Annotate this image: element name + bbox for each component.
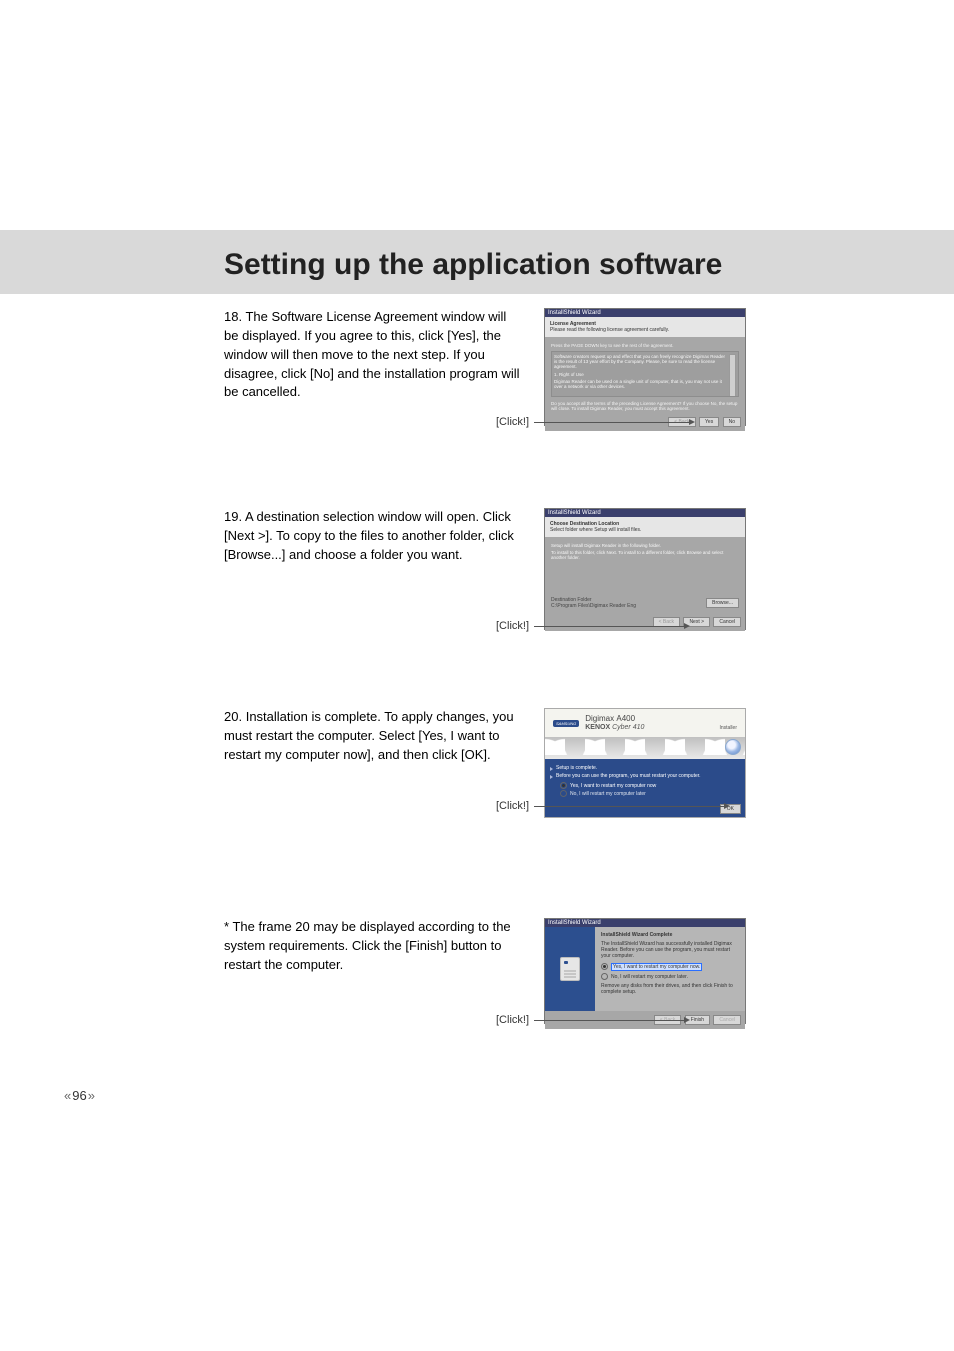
samsung-logo: SAMSUNG (553, 720, 579, 727)
remove-disks-text: Remove any disks from their drives, and … (601, 983, 739, 995)
setup-complete-text: Setup is complete. (556, 765, 597, 771)
click-annotation: [Click!] (496, 800, 529, 812)
installer-complete-card: SAMSUNG Digimax A400 KENOX Cyber 410 Ins… (544, 708, 746, 818)
message-area: Setup is complete. Before you can use th… (545, 759, 745, 801)
computer-icon (560, 957, 580, 981)
cancel-button: Cancel (713, 1015, 741, 1025)
dialog-titlebar: InstallShield Wizard (545, 919, 745, 927)
license-text-1: Software creators request up and effect … (554, 354, 736, 369)
install-text-1: Setup will install Digimax Reader in the… (551, 543, 739, 548)
cancel-button[interactable]: Cancel (713, 617, 741, 627)
radio-yes[interactable] (560, 782, 567, 789)
dialog-header: Choose Destination Location Select folde… (545, 517, 745, 537)
restart-now-option: Yes, I want to restart my computer now. (611, 963, 702, 971)
annotation-line (534, 1020, 684, 1021)
restart-now-option: Yes, I want to restart my computer now (570, 783, 656, 789)
annotation-line (534, 806, 724, 807)
step-text: 20. Installation is complete. To apply c… (224, 708, 524, 765)
scrollbar[interactable] (729, 354, 736, 397)
step-figure: InstallShield Wizard Choose Destination … (544, 508, 746, 630)
yes-button[interactable]: Yes (699, 417, 719, 427)
dialog-header-sub: Please read the following license agreem… (550, 327, 669, 333)
page-title: Setting up the application software (224, 248, 722, 282)
destination-path: C:\Program Files\Digimax Reader Eng (551, 603, 704, 609)
brand-a400: A400 (616, 714, 635, 723)
step-note: * The frame 20 may be displayed accordin… (224, 918, 906, 1038)
dialog-body: Setup will install Digimax Reader in the… (545, 537, 745, 613)
step-18: 18. The Software License Agreement windo… (224, 308, 906, 438)
content-area: 18. The Software License Agreement windo… (0, 294, 954, 1038)
radio-no[interactable] (601, 973, 608, 980)
complete-heading: InstallShield Wizard Complete (601, 932, 672, 938)
brand-bar: SAMSUNG Digimax A400 KENOX Cyber 410 Ins… (545, 709, 745, 737)
wizard-complete-dialog: InstallShield Wizard InstallShield Wizar… (544, 918, 746, 1024)
page-number: 96 (64, 1088, 954, 1103)
annotation-arrow-icon (724, 803, 730, 809)
dialog-footer: < Back Next > Cancel (545, 613, 745, 631)
dialog-titlebar: InstallShield Wizard (545, 509, 745, 517)
brand-digimax: Digimax (585, 714, 614, 723)
step-body: The Software License Agreement window wi… (224, 309, 520, 399)
restart-later-option: No, I will restart my computer later (570, 791, 646, 797)
browse-button[interactable]: Browse... (706, 598, 739, 608)
install-text-2: To install to this folder, click Next. T… (551, 550, 739, 560)
brand-kenox: KENOX (585, 724, 610, 731)
click-annotation: [Click!] (496, 416, 529, 428)
bullet-icon (550, 775, 553, 779)
dialog-header: License Agreement Please read the follow… (545, 317, 745, 337)
destination-dialog: InstallShield Wizard Choose Destination … (544, 508, 746, 630)
step-text: 18. The Software License Agreement windo… (224, 308, 524, 402)
brand-cyber410: Cyber 410 (612, 724, 644, 731)
globe-icon (725, 739, 741, 755)
annotation-arrow-icon (689, 419, 695, 425)
restart-later-option: No, I will restart my computer later. (611, 974, 688, 980)
product-names: Digimax A400 KENOX Cyber 410 (585, 715, 644, 731)
step-19: 19. A destination selection window will … (224, 508, 906, 638)
step-text: * The frame 20 may be displayed accordin… (224, 918, 524, 975)
annotation-arrow-icon (684, 623, 690, 629)
annotation-line (534, 422, 689, 423)
installer-label: Installer (719, 725, 737, 731)
top-margin (0, 0, 954, 230)
step-body: Installation is complete. To apply chang… (224, 709, 514, 762)
step-number: 18. (224, 309, 242, 324)
step-figure: InstallShield Wizard InstallShield Wizar… (544, 918, 746, 1024)
click-annotation: [Click!] (496, 1014, 529, 1026)
step-figure: InstallShield Wizard License Agreement P… (544, 308, 746, 426)
click-annotation: [Click!] (496, 620, 529, 632)
license-text-3: Digimax Reader can be used on a single u… (554, 379, 736, 389)
step-20: 20. Installation is complete. To apply c… (224, 708, 906, 828)
annotation-line (534, 626, 684, 627)
step-number: 20. (224, 709, 242, 724)
step-figure: SAMSUNG Digimax A400 KENOX Cyber 410 Ins… (544, 708, 746, 818)
dialog-right: InstallShield Wizard Complete The Instal… (595, 927, 745, 1011)
destination-folder-bar: Destination Folder C:\Program Files\Digi… (551, 597, 739, 609)
side-panel (545, 927, 595, 1011)
page-down-hint: Press the PAGE DOWN key to see the rest … (551, 343, 739, 348)
radio-yes[interactable] (601, 963, 608, 970)
button-row: OK (545, 801, 745, 817)
dialog-header-sub: Select folder where Setup will install f… (550, 527, 641, 533)
dialog-titlebar: InstallShield Wizard (545, 309, 745, 317)
step-number: * (224, 919, 229, 934)
step-text: 19. A destination selection window will … (224, 508, 524, 565)
dialog-body: Press the PAGE DOWN key to see the rest … (545, 337, 745, 399)
complete-body: The InstallShield Wizard has successfull… (601, 941, 739, 959)
step-number: 19. (224, 509, 242, 524)
title-band: Setting up the application software (0, 230, 954, 294)
license-dialog: InstallShield Wizard License Agreement P… (544, 308, 746, 426)
restart-required-text: Before you can use the program, you must… (556, 773, 701, 779)
radio-no[interactable] (560, 790, 567, 797)
decorative-wave (545, 737, 745, 759)
annotation-arrow-icon (684, 1017, 690, 1023)
accept-question: Do you accept all the terms of the prece… (545, 399, 745, 413)
no-button[interactable]: No (723, 417, 741, 427)
step-body: A destination selection window will open… (224, 509, 514, 562)
step-body: The frame 20 may be displayed according … (224, 919, 511, 972)
bullet-icon (550, 767, 553, 771)
